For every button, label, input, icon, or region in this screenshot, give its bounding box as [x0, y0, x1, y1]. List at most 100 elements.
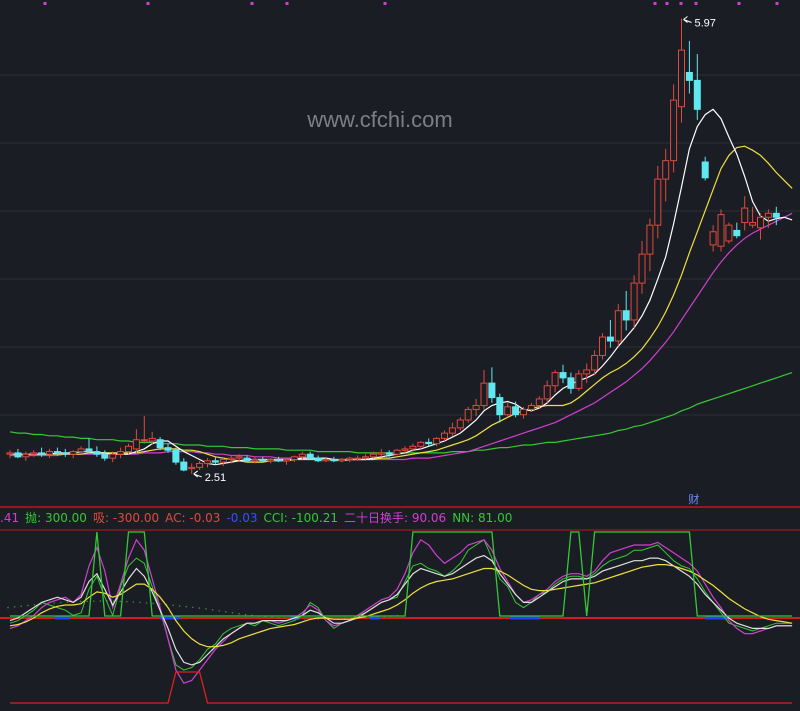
indicator-header-item: NN: 81.00 [452, 511, 513, 525]
candle-body [472, 404, 480, 410]
candle [61, 448, 69, 457]
candle-body [346, 457, 354, 460]
candle-body [757, 216, 764, 229]
candle-body [156, 439, 164, 449]
signal-dot [86, 600, 88, 603]
top-marker-dot [43, 2, 47, 5]
cci-band-line [10, 531, 793, 617]
signal-dot [205, 608, 207, 610]
indicator-line-nn [9, 564, 793, 648]
candle [717, 209, 725, 252]
candle [583, 363, 591, 384]
signal-dot [198, 607, 201, 609]
candlestick-series [6, 18, 780, 474]
candle [196, 460, 204, 470]
candle-body [30, 452, 38, 455]
candle [764, 209, 772, 228]
candle [448, 422, 456, 436]
candle-body [275, 458, 283, 462]
candle-body [204, 460, 211, 464]
top-marker-dots [43, 2, 779, 5]
candle-body [283, 458, 290, 462]
candle [172, 447, 180, 465]
ma5-line [10, 108, 793, 466]
candle [496, 393, 504, 423]
ma60-line [9, 372, 793, 454]
candle [243, 455, 251, 463]
signal-dot [99, 600, 102, 602]
signal-dot [277, 616, 280, 619]
candle [69, 450, 77, 459]
candle-body [685, 71, 693, 81]
signal-dot [244, 613, 247, 616]
candle-body [638, 253, 646, 284]
indicator-header-item: 吸: -300.00 [92, 511, 160, 525]
candle [733, 222, 741, 239]
chart-stage: 5.97 2.51 财 www.cfchi.com .41 抛: 300.00 吸: -… [0, 0, 800, 707]
candle-body [251, 458, 259, 462]
candle-body [772, 212, 780, 218]
signal-dot [231, 612, 234, 614]
signal-dot [211, 609, 214, 611]
candle-body [456, 419, 464, 429]
candle-body [599, 336, 606, 356]
candle-body [14, 452, 22, 458]
candle [77, 446, 85, 455]
indicator-pane [0, 531, 800, 704]
candle-body [148, 437, 156, 442]
candle [140, 416, 148, 444]
candle-body [591, 354, 599, 371]
candle-body [85, 448, 93, 453]
cci-bottom-band-line [10, 671, 793, 704]
candle [741, 196, 749, 231]
candle-body [433, 437, 441, 445]
signal-dot [60, 601, 62, 604]
signal-dot [238, 612, 240, 615]
top-marker-dot [146, 2, 150, 5]
candle-body [53, 451, 61, 454]
candle-body [227, 457, 235, 460]
candle-body [630, 282, 638, 321]
candle-body [733, 229, 741, 237]
candle-body [132, 439, 140, 450]
candle-body [504, 406, 512, 416]
candle [338, 458, 346, 463]
candle-body [622, 310, 630, 321]
candle-body [425, 441, 433, 445]
candle [504, 402, 512, 418]
candle-body [259, 458, 267, 462]
candle-body [614, 310, 622, 342]
candle-body [306, 453, 314, 459]
candle [559, 364, 567, 384]
signal-dot [145, 602, 148, 604]
signal-dot [192, 606, 194, 609]
candle-body [290, 456, 298, 460]
candle-body [725, 224, 733, 242]
candle [306, 451, 314, 460]
signal-dot [185, 605, 187, 608]
indicator-header: .41 抛: 300.00 吸: -300.00 AC: -0.03 -0.03 CCI:… [0, 509, 518, 527]
candle [314, 455, 322, 463]
top-marker-dot [665, 2, 669, 5]
candle [330, 456, 338, 463]
candle-body [101, 453, 109, 459]
top-marker-dot [383, 2, 387, 5]
candle-body [662, 160, 670, 180]
candle-body [678, 49, 685, 108]
signal-dot [33, 603, 36, 606]
candle [749, 206, 757, 228]
candle [464, 406, 472, 423]
candle [567, 372, 575, 394]
candle [543, 380, 551, 403]
candle-body [409, 445, 417, 450]
candle [472, 398, 480, 417]
candle [622, 290, 630, 331]
signal-dot [132, 601, 135, 603]
candle [211, 456, 219, 465]
candle-body [362, 456, 369, 459]
candle-body [606, 336, 614, 342]
candle-body [188, 466, 196, 470]
candle [638, 240, 646, 294]
candle-body [535, 398, 543, 406]
indicator-header-item: 二十日换手: 90.06 [343, 511, 447, 525]
